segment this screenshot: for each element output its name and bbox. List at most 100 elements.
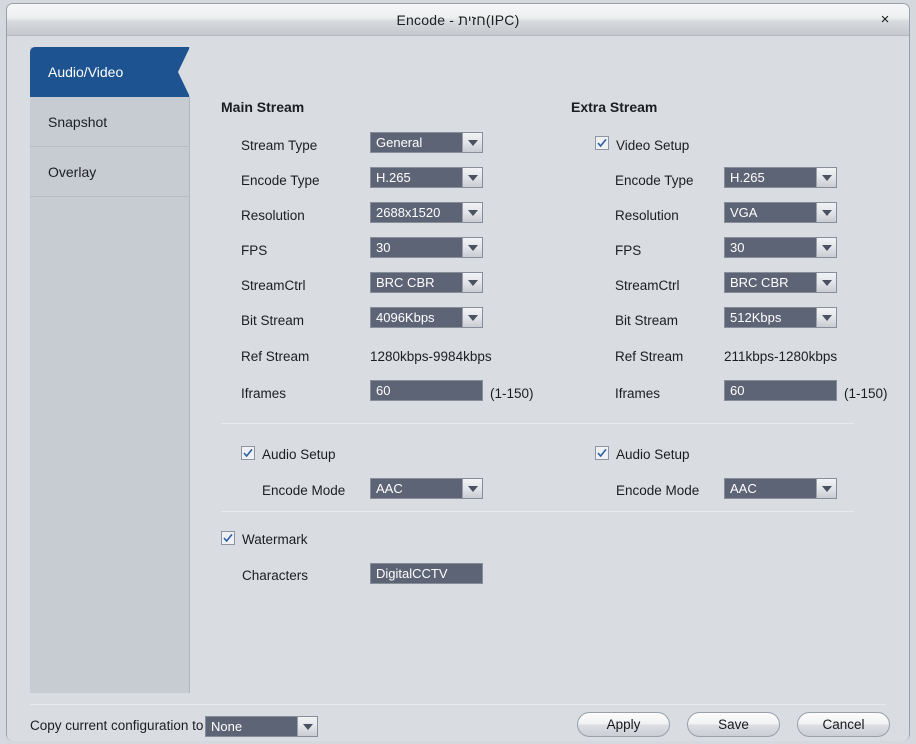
- main-bit-stream-value: 4096Kbps: [376, 310, 435, 325]
- main-encode-mode-label: Encode Mode: [262, 483, 346, 498]
- main-stream-ctrl-value: BRC CBR: [376, 275, 435, 290]
- watermark-label[interactable]: Watermark: [242, 532, 308, 547]
- main-stream-ctrl-label: StreamCtrl: [241, 278, 306, 293]
- main-fps-label: FPS: [241, 243, 268, 258]
- extra-stream-ctrl-select[interactable]: BRC CBR: [724, 272, 837, 293]
- extra-encode-mode-label: Encode Mode: [616, 483, 700, 498]
- check-icon: [243, 448, 253, 458]
- check-icon: [597, 138, 607, 148]
- extra-iframes-hint: (1-150): [844, 386, 888, 401]
- main-encode-type-select[interactable]: H.265: [370, 167, 483, 188]
- main-resolution-value: 2688x1520: [376, 205, 441, 220]
- extra-resolution-value: VGA: [730, 205, 758, 220]
- sidebar-filler: [30, 197, 189, 693]
- encode-dialog-window: Encode - חזית(IPC) × Audio/Video Snapsho…: [6, 3, 910, 741]
- watermark-characters-input[interactable]: DigitalCCTV: [370, 563, 483, 584]
- sidebar-item-label: Audio/Video: [48, 64, 124, 80]
- sidebar-item-snapshot[interactable]: Snapshot: [30, 97, 189, 147]
- main-encode-type-label: Encode Type: [241, 173, 320, 188]
- copy-configuration-select[interactable]: None: [205, 716, 318, 737]
- main-resolution-select[interactable]: 2688x1520: [370, 202, 483, 223]
- chevron-down-icon[interactable]: [462, 133, 482, 152]
- extra-stream-ctrl-value: BRC CBR: [730, 275, 789, 290]
- main-stream-type-label: Stream Type: [241, 138, 318, 153]
- main-fps-value: 30: [376, 240, 391, 255]
- extra-encode-type-select[interactable]: H.265: [724, 167, 837, 188]
- sidebar-item-label: Overlay: [48, 164, 97, 180]
- chevron-down-icon[interactable]: [297, 717, 317, 736]
- dialog-body: Audio/Video Snapshot Overlay Main Stream…: [7, 36, 909, 741]
- chevron-down-icon[interactable]: [816, 273, 836, 292]
- chevron-down-icon[interactable]: [816, 238, 836, 257]
- copy-configuration-label: Copy current configuration to: [30, 718, 204, 733]
- main-bit-stream-label: Bit Stream: [241, 313, 305, 328]
- chevron-down-icon[interactable]: [816, 168, 836, 187]
- chevron-down-icon[interactable]: [462, 273, 482, 292]
- main-bit-stream-select[interactable]: 4096Kbps: [370, 307, 483, 328]
- title-bar: Encode - חזית(IPC) ×: [7, 4, 909, 36]
- save-button[interactable]: Save: [687, 712, 780, 737]
- main-iframes-input[interactable]: 60: [370, 380, 483, 401]
- main-encode-mode-value: AAC: [376, 481, 403, 496]
- check-icon: [597, 448, 607, 458]
- sidebar-item-overlay[interactable]: Overlay: [30, 147, 189, 197]
- extra-encode-mode-select[interactable]: AAC: [724, 478, 837, 499]
- extra-fps-select[interactable]: 30: [724, 237, 837, 258]
- extra-video-setup-checkbox[interactable]: [595, 136, 609, 150]
- extra-bit-stream-select[interactable]: 512Kbps: [724, 307, 837, 328]
- chevron-down-icon[interactable]: [462, 308, 482, 327]
- window-title: Encode - חזית(IPC): [396, 12, 520, 28]
- extra-stream-heading: Extra Stream: [571, 99, 658, 115]
- extra-encode-type-label: Encode Type: [615, 173, 694, 188]
- extra-encode-mode-value: AAC: [730, 481, 757, 496]
- chevron-down-icon[interactable]: [816, 479, 836, 498]
- extra-iframes-input[interactable]: 60: [724, 380, 837, 401]
- main-resolution-label: Resolution: [241, 208, 305, 223]
- sidebar-item-audio-video[interactable]: Audio/Video: [30, 47, 190, 97]
- main-ref-stream-label: Ref Stream: [241, 349, 310, 364]
- main-audio-setup-label[interactable]: Audio Setup: [262, 447, 336, 462]
- chevron-down-icon[interactable]: [816, 308, 836, 327]
- chevron-down-icon[interactable]: [462, 203, 482, 222]
- divider-watermark: [221, 511, 854, 512]
- extra-resolution-select[interactable]: VGA: [724, 202, 837, 223]
- close-icon[interactable]: ×: [863, 5, 907, 34]
- main-stream-type-select[interactable]: General: [370, 132, 483, 153]
- chevron-down-icon[interactable]: [462, 168, 482, 187]
- extra-fps-value: 30: [730, 240, 745, 255]
- divider-audio: [221, 423, 854, 424]
- main-encode-mode-select[interactable]: AAC: [370, 478, 483, 499]
- extra-ref-stream-value: 211kbps-1280kbps: [724, 349, 838, 364]
- footer-bar: Copy current configuration to None Apply…: [7, 704, 909, 741]
- main-ref-stream-value: 1280kbps-9984kbps: [370, 349, 492, 364]
- chevron-down-icon[interactable]: [462, 238, 482, 257]
- apply-button[interactable]: Apply: [577, 712, 670, 737]
- extra-stream-ctrl-label: StreamCtrl: [615, 278, 680, 293]
- extra-iframes-label: Iframes: [615, 386, 661, 401]
- main-fps-select[interactable]: 30: [370, 237, 483, 258]
- footer-divider: [30, 704, 886, 705]
- main-stream-heading: Main Stream: [221, 99, 305, 115]
- chevron-down-icon[interactable]: [816, 203, 836, 222]
- cancel-button[interactable]: Cancel: [797, 712, 890, 737]
- main-iframes-hint: (1-150): [490, 386, 534, 401]
- watermark-checkbox[interactable]: [221, 531, 235, 545]
- copy-configuration-value: None: [211, 719, 243, 734]
- chevron-down-icon[interactable]: [462, 479, 482, 498]
- extra-ref-stream-label: Ref Stream: [615, 349, 684, 364]
- main-audio-setup-checkbox[interactable]: [241, 446, 255, 460]
- extra-audio-setup-label[interactable]: Audio Setup: [616, 447, 690, 462]
- watermark-characters-label: Characters: [242, 568, 309, 583]
- main-encode-type-value: H.265: [376, 170, 411, 185]
- extra-audio-setup-checkbox[interactable]: [595, 446, 609, 460]
- extra-fps-label: FPS: [615, 243, 642, 258]
- content-panel: Main Stream Stream Type General Encode T…: [190, 47, 888, 693]
- sidebar: Audio/Video Snapshot Overlay: [30, 47, 190, 693]
- main-stream-ctrl-select[interactable]: BRC CBR: [370, 272, 483, 293]
- extra-video-setup-label[interactable]: Video Setup: [616, 138, 689, 153]
- sidebar-item-label: Snapshot: [48, 114, 108, 130]
- main-stream-type-value: General: [376, 135, 423, 150]
- extra-resolution-label: Resolution: [615, 208, 679, 223]
- check-icon: [223, 533, 233, 543]
- main-iframes-label: Iframes: [241, 386, 287, 401]
